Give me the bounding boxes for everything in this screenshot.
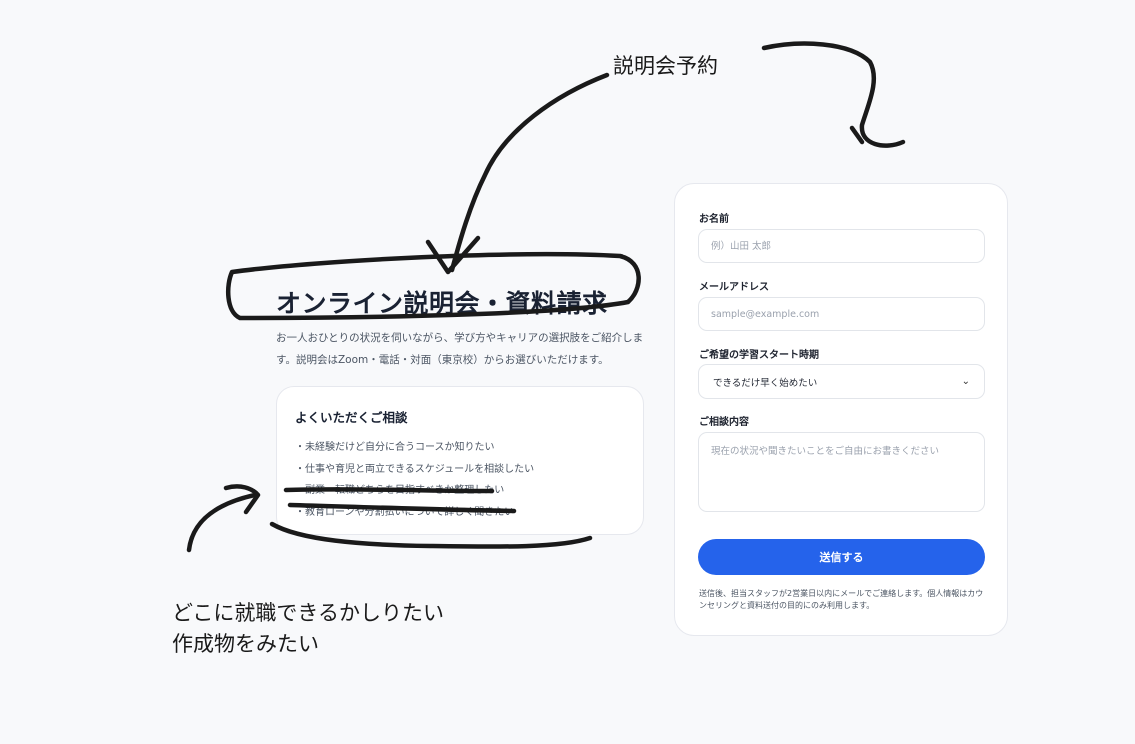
annotation-swirl-head: [849, 125, 865, 145]
page: オンライン説明会・資料請求 お一人おひとりの状況を伺いながら、学び方やキャリアの…: [0, 0, 1135, 744]
faq-item: ・未経験だけど自分に合うコースか知りたい: [295, 442, 495, 453]
annotation-arrowhead-title: [425, 235, 481, 275]
annotation-arrowhead-faq: [223, 484, 261, 515]
faq-item: ・教育ローンや分割払いについて詳しく聞きたい: [295, 506, 515, 518]
email-label: メールアドレス: [699, 282, 769, 293]
inquiry-label: ご相談内容: [699, 417, 749, 428]
faq-list: ・未経験だけど自分に合うコースか知りたい ・仕事や育児と両立できるスケジュールを…: [295, 437, 534, 523]
chevron-down-icon: ⌄: [961, 376, 970, 387]
privacy-note: 送信後、担当スタッフが2営業日以内にメールでご連絡します。個人情報はカウンセリン…: [699, 589, 984, 610]
annotation-job-info: どこに就職できるかしりたい: [172, 601, 444, 625]
annotation-swirl: [761, 41, 906, 148]
inquiry-wrapper: [675, 432, 1009, 512]
name-input[interactable]: [698, 229, 985, 263]
start-timing-label: ご希望の学習スタート時期: [699, 350, 819, 361]
annotation-reservation: 説明会予約: [613, 54, 718, 78]
faq-item: ・副業・転職どちらを目指すべきか整理したい: [295, 485, 505, 496]
annotation-arrow-to-title: [449, 72, 610, 273]
submit-button[interactable]: 送信する: [698, 539, 985, 575]
faq-title: よくいただくご相談: [295, 410, 408, 425]
start-timing-select[interactable]: できるだけ早く始めたい ⌄: [698, 364, 985, 399]
email-input[interactable]: [698, 297, 985, 331]
annotation-arrow-to-faq: [186, 492, 258, 553]
page-description: お一人おひとりの状況を伺いながら、学び方やキャリアの選択肢をご紹介します。説明会…: [276, 332, 644, 366]
start-timing-selected: できるだけ早く始めたい: [713, 377, 818, 389]
faq-card: よくいただくご相談 ・未経験だけど自分に合うコースか知りたい ・仕事や育児と両立…: [276, 386, 644, 535]
name-label: お名前: [699, 214, 729, 225]
inquiry-textarea[interactable]: [698, 432, 985, 512]
page-title: オンライン説明会・資料請求: [276, 289, 608, 318]
annotation-portfolio: 作成物をみたい: [172, 632, 319, 656]
faq-item: ・仕事や育児と両立できるスケジュールを相談したい: [295, 463, 535, 475]
inquiry-form: お名前 メールアドレス ご希望の学習スタート時期 できるだけ早く始めたい ⌄ ご…: [674, 183, 1008, 636]
